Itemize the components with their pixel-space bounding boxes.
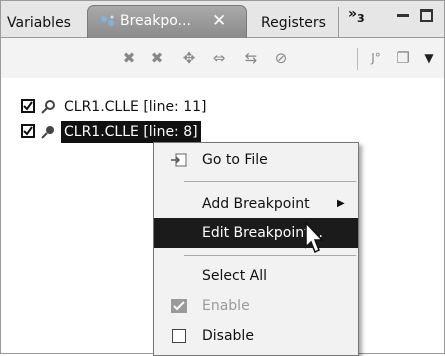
menu-separator	[184, 181, 356, 182]
breakpoint-icon	[41, 100, 55, 114]
breakpoint-label: CLR1.CLLE [line: 8]	[61, 121, 201, 143]
menu-item-disable[interactable]: Disable	[154, 321, 358, 351]
close-icon[interactable]: ✕	[212, 6, 226, 36]
tab-bar: Variables Breakpo... ✕ Registers »3	[1, 1, 444, 38]
menu-item-go-to-file[interactable]: Go to File	[154, 145, 358, 175]
more-tabs-button[interactable]: »3	[348, 6, 365, 25]
breakpoints-view-icon	[101, 15, 114, 26]
show-types-icon[interactable]: J°	[366, 48, 386, 68]
collapse-icon[interactable]: ⇆	[241, 48, 261, 68]
submenu-arrow-icon: ▶	[337, 198, 345, 209]
menu-item-select-all[interactable]: Select All	[154, 261, 358, 291]
menu-separator	[184, 255, 356, 256]
menu-item-label: Add Breakpoint	[202, 196, 310, 212]
go-to-file-icon	[171, 153, 187, 167]
mouse-cursor-icon	[305, 221, 324, 254]
skip-all-icon[interactable]: ✥	[179, 48, 199, 68]
skip-breakpoints-icon[interactable]: ⊘	[271, 48, 291, 68]
view-toolbar: ✖ ✖ ✥ ⇔ ⇆ ⊘ J° ❐ ▼	[1, 38, 444, 78]
minimize-icon[interactable]	[397, 14, 409, 17]
breakpoint-checkbox[interactable]	[21, 124, 35, 138]
maximize-icon[interactable]	[420, 9, 433, 22]
tab-separator	[338, 7, 339, 37]
menu-item-label: Go to File	[202, 152, 268, 168]
breakpoint-icon	[41, 126, 54, 139]
breakpoints-view: Variables Breakpo... ✕ Registers »3 ✖ ✖ …	[0, 0, 445, 356]
remove-all-icon[interactable]: ✖	[147, 48, 167, 68]
link-icon[interactable]: ⇔	[209, 48, 229, 68]
tab-breakpoints-label: Breakpo...	[120, 13, 191, 29]
tab-registers[interactable]: Registers	[261, 11, 326, 37]
disable-checkbox-icon	[172, 329, 186, 343]
breakpoint-checkbox[interactable]	[21, 99, 35, 113]
enable-icon	[171, 299, 187, 313]
copy-icon[interactable]: ❐	[393, 48, 413, 68]
remove-icon[interactable]: ✖	[119, 48, 139, 68]
breakpoint-label: CLR1.CLLE [line: 11]	[64, 99, 207, 115]
context-menu: Go to File Add Breakpoint ▶ Edit Breakpo…	[153, 142, 359, 356]
menu-item-enable: Enable	[154, 291, 358, 321]
toolbar-separator	[357, 48, 358, 70]
view-menu-icon[interactable]: ▼	[419, 48, 439, 68]
menu-item-label: Disable	[202, 328, 254, 344]
tab-variables[interactable]: Variables	[7, 11, 71, 37]
menu-item-add-breakpoint[interactable]: Add Breakpoint ▶	[154, 189, 358, 219]
menu-item-label: Enable	[202, 298, 250, 314]
tab-breakpoints[interactable]: Breakpo... ✕	[87, 5, 247, 38]
menu-item-label: Select All	[202, 268, 267, 284]
menu-item-edit-breakpoint[interactable]: Edit Breakpoint...	[154, 218, 358, 248]
